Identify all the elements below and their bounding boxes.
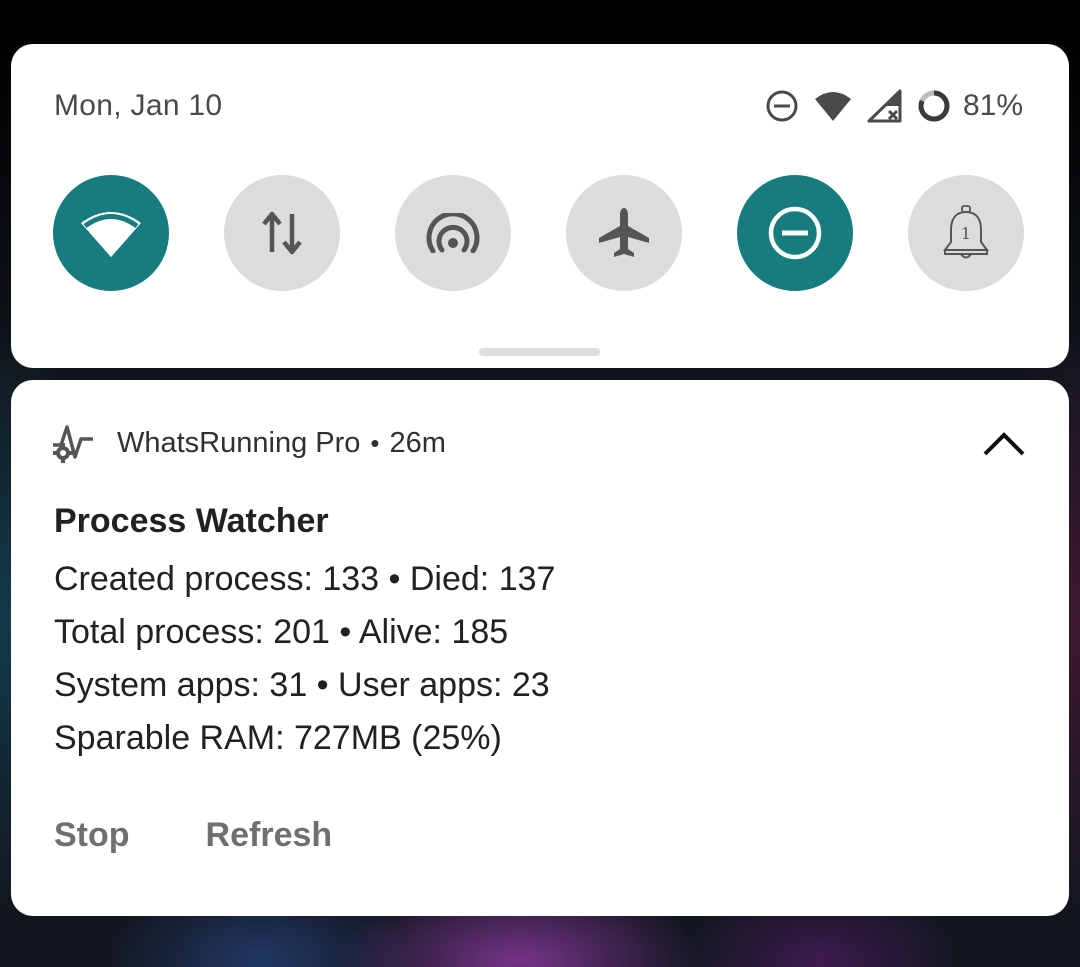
do-not-disturb-icon [768,206,822,260]
header-separator: • [370,427,380,458]
quick-settings-panel: Mon, Jan 10 81% 1 [11,44,1069,368]
app-name: WhatsRunning Pro [117,426,361,459]
stat-line-apps: System apps: 31 • User apps: 23 [54,666,550,704]
quick-settings-tiles: 1 [53,175,1025,291]
notification-title: Process Watcher [54,502,329,540]
do-not-disturb-icon [766,90,798,122]
notification-header: WhatsRunning Pro • 26m [51,418,446,468]
do-not-disturb-tile[interactable] [737,175,853,291]
hotspot-icon [426,213,480,253]
status-bar-icons: 81% [751,88,1023,124]
collapse-button[interactable] [979,424,1029,464]
wifi-tile[interactable] [53,175,169,291]
notification-card[interactable]: WhatsRunning Pro • 26m Process Watcher C… [11,380,1069,916]
chevron-up-icon [983,432,1025,456]
bell-icon: 1 [943,205,989,259]
data-transfer-icon [262,211,302,255]
refresh-button[interactable]: Refresh [206,816,333,855]
date-label: Mon, Jan 10 [54,89,223,122]
airplane-mode-tile[interactable] [566,175,682,291]
alarm-tile[interactable]: 1 [908,175,1024,291]
stop-button[interactable]: Stop [54,816,130,855]
battery-percent: 81% [962,89,1023,122]
notification-actions: Stop Refresh [54,816,408,855]
wifi-icon [814,92,851,121]
panel-drag-handle[interactable] [479,348,600,356]
notification-time: 26m [389,426,446,459]
stat-line-ram: Sparable RAM: 727MB (25%) [54,719,502,757]
stat-line-total-alive: Total process: 201 • Alive: 185 [54,613,509,651]
cellular-no-service-icon [867,89,902,123]
wifi-icon [81,212,141,257]
airplane-icon [599,208,649,257]
app-activity-gear-icon [53,425,93,463]
hotspot-tile[interactable] [395,175,511,291]
stat-line-created-died: Created process: 133 • Died: 137 [54,560,556,598]
battery-ring-icon [918,90,950,122]
alarm-badge: 1 [961,224,971,243]
mobile-data-tile[interactable] [224,175,340,291]
notification-body: Created process: 133 • Died: 137 Total p… [54,553,555,765]
